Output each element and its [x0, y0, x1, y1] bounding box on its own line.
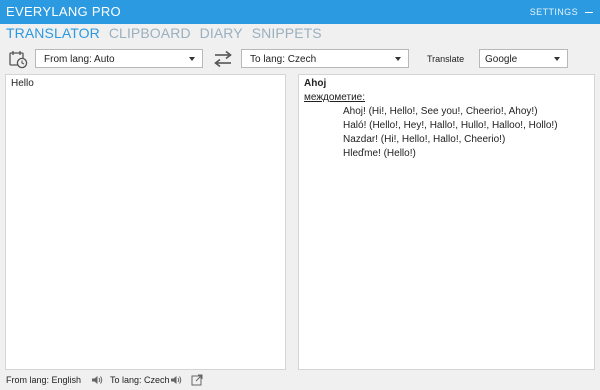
meaning-item: Nazdar! (Hi!, Hello!, Hallo!, Cheerio!): [343, 134, 506, 145]
chevron-down-icon: [395, 57, 401, 61]
chevron-down-icon: [189, 57, 195, 61]
tab-diary[interactable]: DIARY: [200, 25, 243, 41]
service-select[interactable]: Google: [479, 49, 568, 68]
meaning-item: Haló! (Hello!, Hey!, Hallo!, Hullo!, Hal…: [343, 120, 558, 131]
status-from-lang: From lang: English: [6, 375, 82, 385]
status-bar: From lang: English To lang: Czech: [0, 372, 600, 390]
from-lang-select[interactable]: From lang: Auto: [35, 49, 203, 68]
open-external-icon[interactable]: [191, 374, 203, 386]
part-of-speech: междометие:: [304, 92, 366, 103]
app-title: EVERYLANG PRO: [6, 4, 121, 19]
translate-label: Translate: [427, 54, 465, 64]
speaker-icon[interactable]: [170, 374, 182, 386]
toolbar: From lang: Auto To lang: Czech Translate…: [0, 48, 600, 74]
chevron-down-icon: [554, 57, 560, 61]
swap-icon[interactable]: [212, 50, 234, 68]
source-pane[interactable]: Hello: [5, 74, 286, 370]
to-lang-value: To lang: Czech: [250, 54, 317, 65]
to-lang-select[interactable]: To lang: Czech: [241, 49, 409, 68]
from-lang-value: From lang: Auto: [44, 54, 115, 65]
tab-translator[interactable]: TRANSLATOR: [6, 25, 100, 41]
source-text[interactable]: Hello: [6, 75, 285, 92]
result-pane: Ahoj междометие: Ahoj! (Hi!, Hello!, See…: [298, 74, 595, 370]
minimize-button[interactable]: [582, 3, 596, 17]
tab-snippets[interactable]: SNIPPETS: [252, 25, 322, 41]
title-bar: EVERYLANG PRO SETTINGS: [0, 0, 600, 24]
tab-bar: TRANSLATOR CLIPBOARD DIARY SNIPPETS: [6, 25, 331, 45]
service-value: Google: [485, 54, 518, 65]
tab-clipboard[interactable]: CLIPBOARD: [109, 25, 191, 41]
meaning-item: Hleďme! (Hello!): [343, 148, 416, 159]
speaker-icon[interactable]: [91, 374, 103, 386]
result-word: Ahoj: [304, 78, 327, 89]
meaning-item: Ahoj! (Hi!, Hello!, See you!, Cheerio!, …: [343, 106, 538, 117]
settings-link[interactable]: SETTINGS: [530, 7, 578, 17]
history-icon[interactable]: [8, 49, 28, 69]
status-to-lang: To lang: Czech: [110, 375, 170, 385]
